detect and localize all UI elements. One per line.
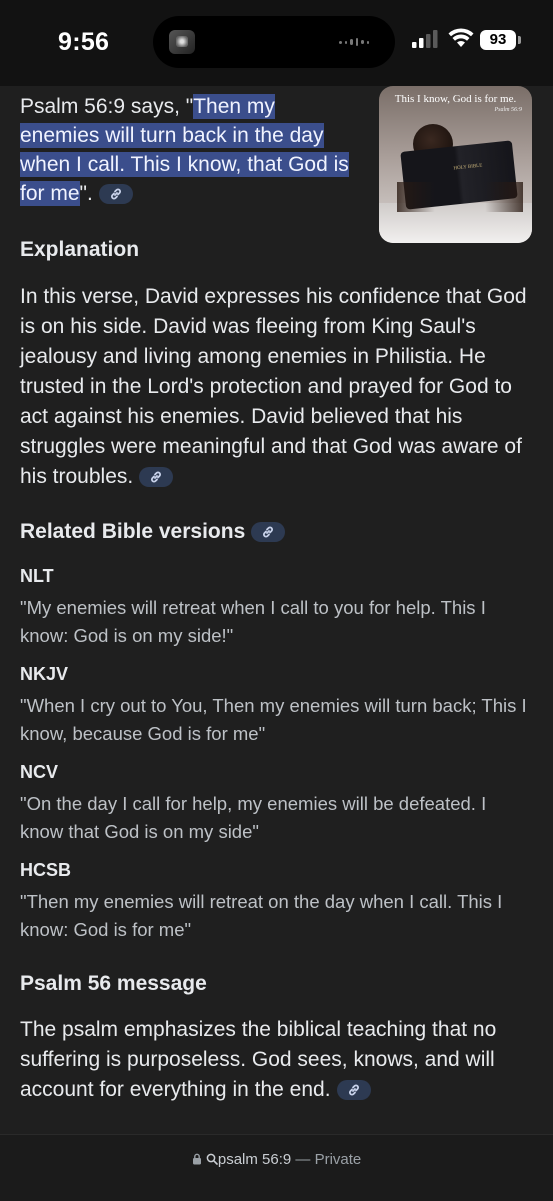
link-icon [263,527,274,538]
battery-icon: 93 [480,30,516,50]
link-icon [348,1085,359,1096]
search-query: psalm 56:9 [217,1151,292,1168]
verse-prefix: Psalm 56:9 says, " [20,95,194,118]
message-body: The psalm emphasizes the biblical teachi… [20,1015,532,1105]
explanation-link-button[interactable] [139,467,174,488]
image-subcaption: Psalm 56:9 [494,107,523,113]
audio-waveform-icon [339,38,369,46]
image-hands [397,182,523,212]
version-quote-nlt: "My enemies will retreat when I call to … [20,597,486,646]
link-icon [151,472,162,483]
message-link-button[interactable] [336,1080,371,1101]
version-quote-hcsb: "Then my enemies will retreat on the day… [20,891,503,940]
browser-address-bar[interactable]: psalm 56:9 — Private [0,1134,553,1201]
message-heading: Psalm 56 message [20,972,207,995]
address-pill[interactable]: psalm 56:9 — Private [0,1151,553,1168]
version-quote-ncv: "On the day I call for help, my enemies … [20,793,487,842]
now-playing-artwork-icon [169,30,195,54]
version-label-ncv: NCV [20,762,59,782]
versions-heading-text: Related Bible versions [20,520,246,543]
search-icon [206,1153,218,1165]
verse-block: Psalm 56:9 says, "Then my enemies will t… [20,92,360,208]
explanation-text: In this verse, David expresses his confi… [20,285,527,488]
explanation-heading: Explanation [20,238,140,261]
explanation-body: In this verse, David expresses his confi… [20,282,532,492]
version-label-nkjv: NKJV [20,664,69,684]
version-quote-nkjv: "When I cry out to You, Then my enemies … [20,695,527,744]
version-label-nlt: NLT [20,566,54,586]
verse-suffix: ". [79,182,93,205]
verse-text: Psalm 56:9 says, "Then my enemies will t… [20,92,360,208]
version-label-hcsb: HCSB [20,860,72,880]
image-caption: This I know, God is for me. [394,93,517,105]
private-mode-label: Private [314,1151,362,1168]
battery-nub [518,36,521,44]
status-time: 9:56 [58,28,110,56]
versions-heading: Related Bible versions [20,520,286,544]
link-icon [110,189,121,200]
verse-image[interactable]: This I know, God is for me. Psalm 56:9 H… [379,86,532,243]
address-separator: — [295,1151,311,1168]
wifi-icon [448,28,474,47]
versions-link-button[interactable] [251,522,286,543]
lock-icon [192,1153,201,1165]
source-link-button[interactable] [98,184,133,205]
message-text: The psalm emphasizes the biblical teachi… [20,1018,497,1101]
dynamic-island[interactable] [153,16,395,68]
cellular-signal-icon [412,30,438,48]
status-bar: 9:56 93 [0,0,553,86]
